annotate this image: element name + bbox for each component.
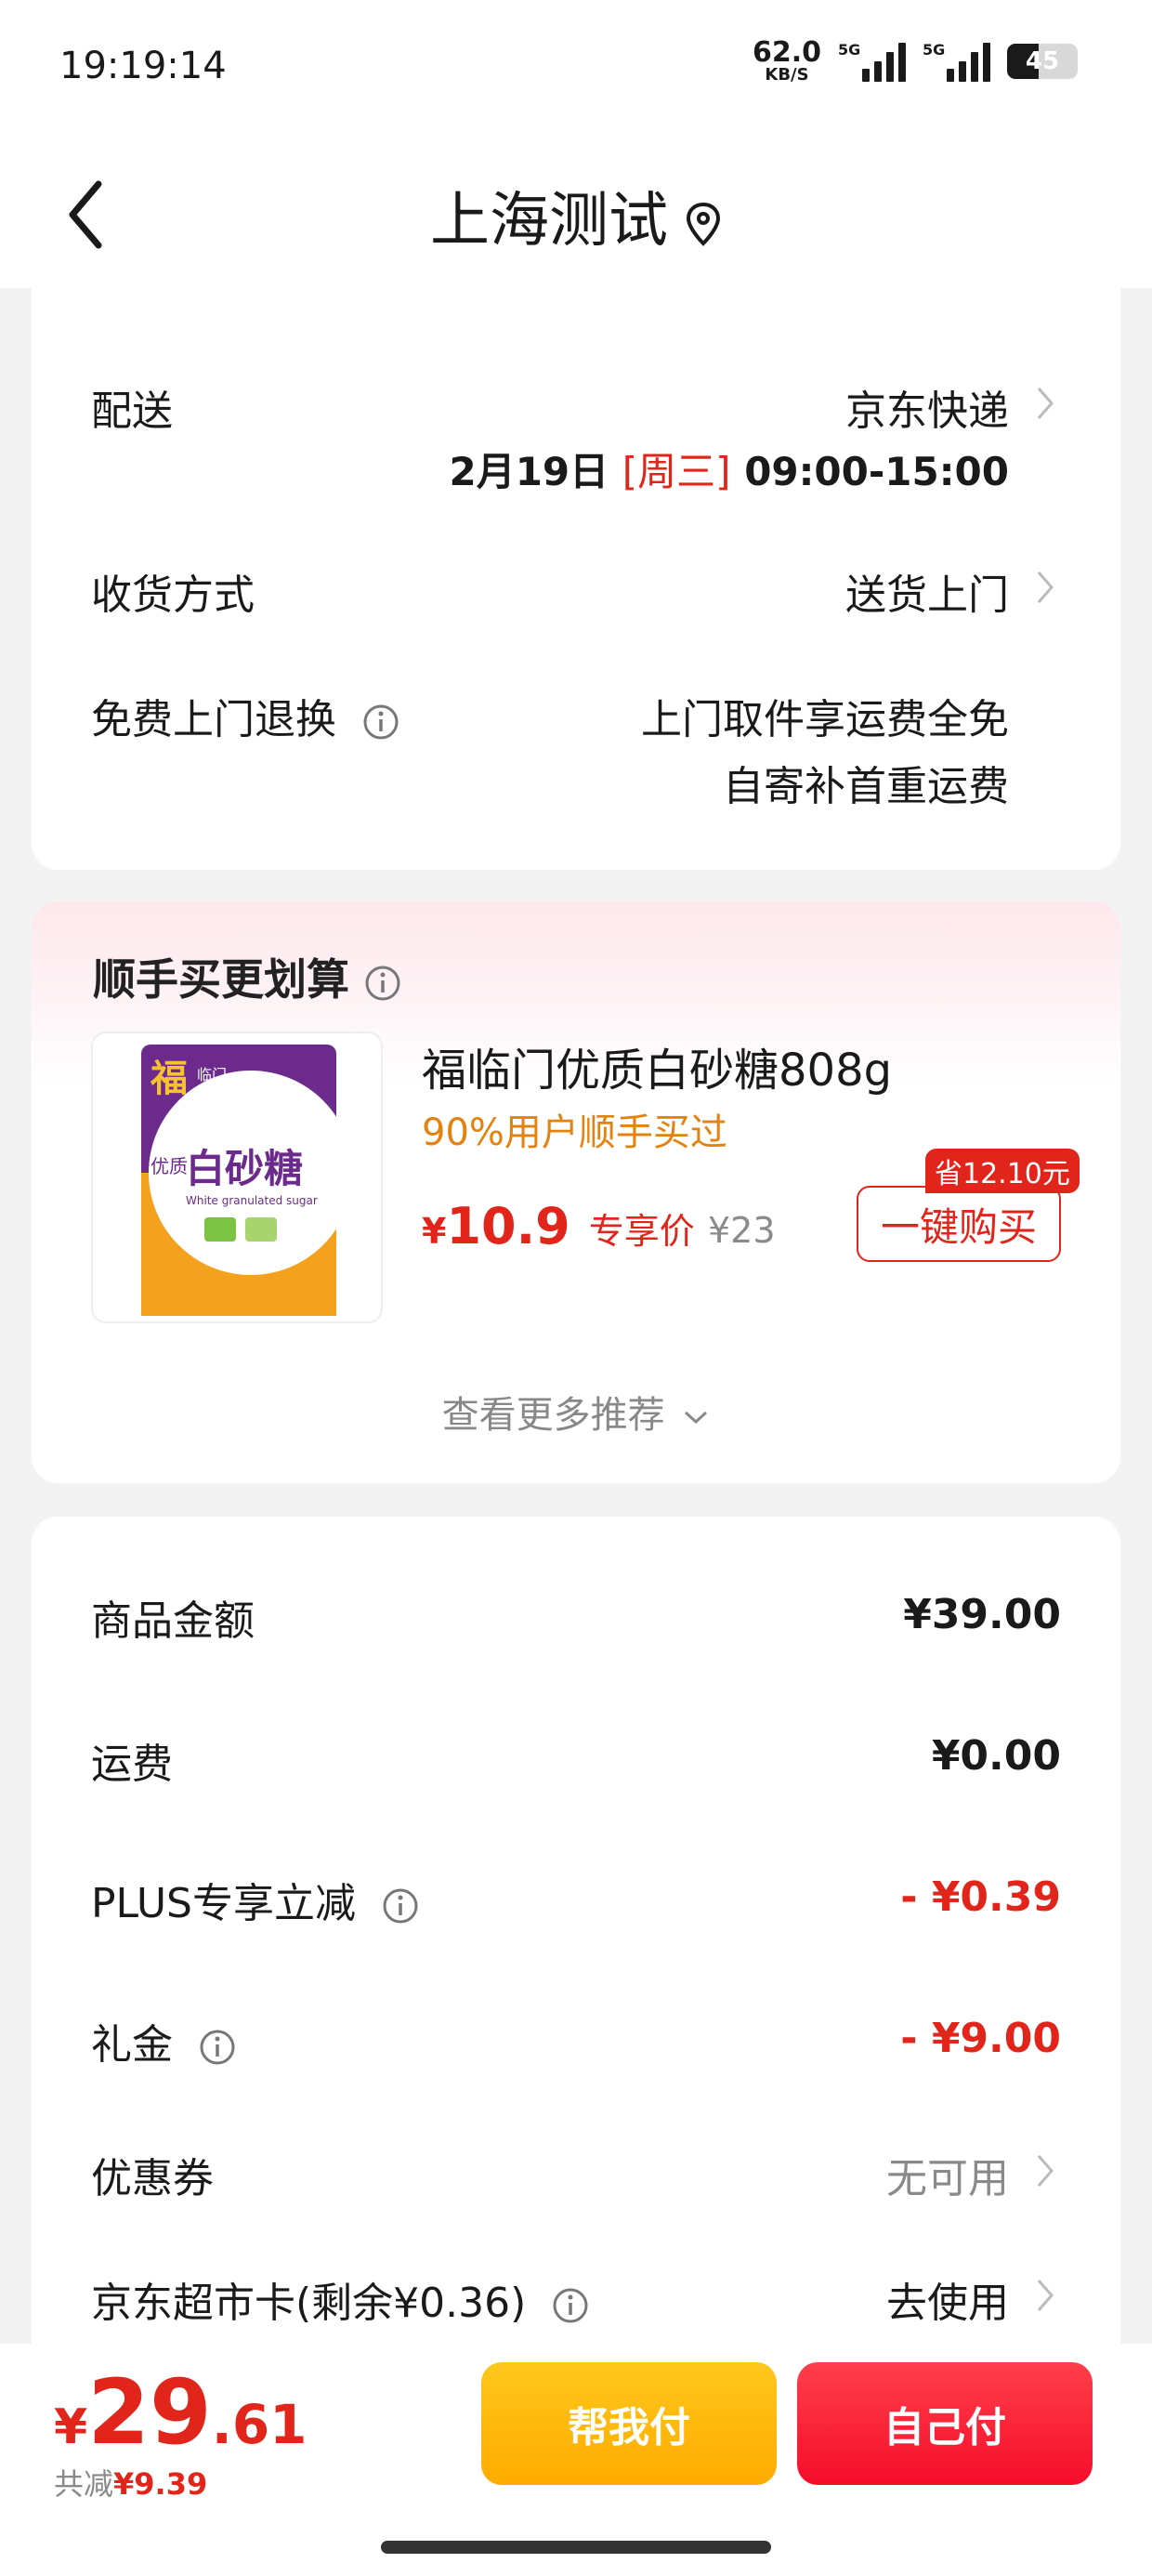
delivery-carrier[interactable]: 京东快递 [845,377,1009,437]
delivery-date: 2月19日 [周三] 09:00-15:00 [449,440,1009,497]
info-icon[interactable] [199,2029,236,2066]
page-title-text: 上海测试 [430,187,668,256]
summary-card: 商品金额 ¥39.00 运费 ¥0.00 PLUS专享立减 - ¥0.39 礼金… [32,1517,1120,2353]
product-name[interactable]: 福临门优质白砂糖808g [422,1033,892,1098]
upsell-title-text: 顺手买更划算 [93,954,349,1005]
info-icon[interactable] [364,965,401,1002]
price-currency: ¥ [422,1211,447,1252]
upsell-title: 顺手买更划算 [93,946,401,1007]
total-decimal: .61 [211,2393,308,2456]
summary-coupon-value[interactable]: 无可用 [886,2145,1009,2204]
info-icon[interactable] [552,2287,589,2324]
receive-method-value[interactable]: 送货上门 [845,561,1009,621]
home-indicator[interactable] [381,2541,771,2554]
bag-logo: 临门 [197,1066,227,1084]
battery-level: 45 [1025,47,1060,75]
chevron-right-icon[interactable] [1035,2152,1055,2189]
network-speed-unit: KB/S [765,65,809,85]
summary-goods-value: ¥39.00 [903,1591,1061,1638]
summary-gift-label: 礼金 [91,2011,236,2070]
signal-label: 5G [838,41,861,59]
chevron-right-icon[interactable] [1035,385,1055,422]
chevron-right-icon[interactable] [1035,2277,1055,2314]
total-integer: 29 [87,2360,212,2464]
checkout-bar: ¥29.61 共减¥9.39 帮我付 自己付 [0,2344,1152,2576]
summary-gift-value: - ¥9.00 [900,2015,1061,2062]
more-recommendations-label: 查看更多推荐 [441,1394,665,1437]
summary-plus-label: PLUS专享立减 [91,1870,419,1929]
network-speed-value: 62.0 [752,36,821,69]
total-currency: ¥ [54,2399,88,2455]
status-bar: 19:19:14 62.0 KB/S 5G 5G 45 [0,0,1152,139]
bag-brand: 福 [150,1058,188,1100]
save-badge: 省12.10元 [925,1149,1080,1193]
total-discount: 共减¥9.39 [54,2461,207,2504]
signal-icon-2: 5G [923,41,990,82]
chevron-down-icon [685,1411,708,1425]
battery-icon: 45 [1007,44,1078,79]
signal-icon: 5G [838,41,906,82]
summary-card-label: 京东超市卡(剩余¥0.36) [91,2269,589,2329]
summary-plus-value: - ¥0.39 [900,1873,1061,1921]
sugar-bag-icon: 福 临门 白砂糖 优质 White granulated sugar [141,1045,353,1316]
product-note: 90%用户顺手买过 [422,1111,727,1154]
original-price: ¥23 [708,1210,776,1251]
bag-side: 优质 [151,1155,188,1177]
delivery-weekday: [周三] [622,449,731,494]
discount-value: ¥9.39 [113,2466,208,2502]
page-title[interactable]: 上海测试 [0,173,1152,258]
network-speed: 62.0 KB/S [753,39,821,84]
page-header: 上海测试 [0,139,1152,288]
summary-shipping-value: ¥0.00 [931,1732,1061,1780]
total-price: ¥29.61 [54,2360,308,2464]
summary-plus-text: PLUS专享立减 [91,1880,356,1927]
summary-coupon-label: 优惠券 [91,2155,214,2202]
info-icon[interactable] [362,703,399,741]
bag-sub: White granulated sugar [186,1194,318,1207]
info-icon[interactable] [382,1887,419,1925]
summary-card-text: 京东超市卡(剩余¥0.36) [91,2280,527,2327]
signal-label-2: 5G [923,41,946,59]
one-click-buy-button[interactable]: 一键购买 [857,1186,1061,1262]
free-return-line1: 上门取件享运费全免 [641,696,1009,743]
help-me-pay-button[interactable]: 帮我付 [481,2362,777,2485]
bag-label: 白砂糖 [186,1146,303,1191]
delivery-time-window: 09:00-15:00 [744,449,1009,494]
receive-method-label: 收货方式 [91,572,255,619]
pay-myself-button[interactable]: 自己付 [797,2362,1093,2485]
product-price: ¥10.9 专享价 [422,1197,695,1255]
price-tag: 专享价 [588,1211,695,1252]
product-image[interactable]: 福 临门 白砂糖 优质 White granulated sugar [91,1032,383,1323]
price-value: 10.9 [446,1197,570,1255]
summary-shipping-label: 运费 [91,1741,173,1788]
discount-label: 共减 [54,2466,114,2502]
delivery-date-day: 2月19日 [449,449,609,494]
status-time: 19:19:14 [59,45,227,87]
free-return-text: 免费上门退换 [91,696,336,743]
free-return-label: 免费上门退换 [91,686,399,745]
status-icons: 62.0 KB/S 5G 5G 45 [753,39,1078,84]
upsell-card: 顺手买更划算 福 临门 白砂糖 优质 White granulated suga… [32,901,1120,1483]
chevron-right-icon[interactable] [1035,569,1055,606]
summary-card-value[interactable]: 去使用 [886,2269,1009,2329]
delivery-card: 配送 京东快递 2月19日 [周三] 09:00-15:00 收货方式 送货上门… [32,288,1120,870]
more-recommendations[interactable]: 查看更多推荐 [32,1385,1120,1439]
summary-goods-label: 商品金额 [91,1597,255,1645]
summary-gift-text: 礼金 [91,2021,173,2069]
free-return-line2: 自寄补首重运费 [723,763,1009,810]
location-pin-icon [686,203,721,247]
delivery-label: 配送 [91,388,173,435]
